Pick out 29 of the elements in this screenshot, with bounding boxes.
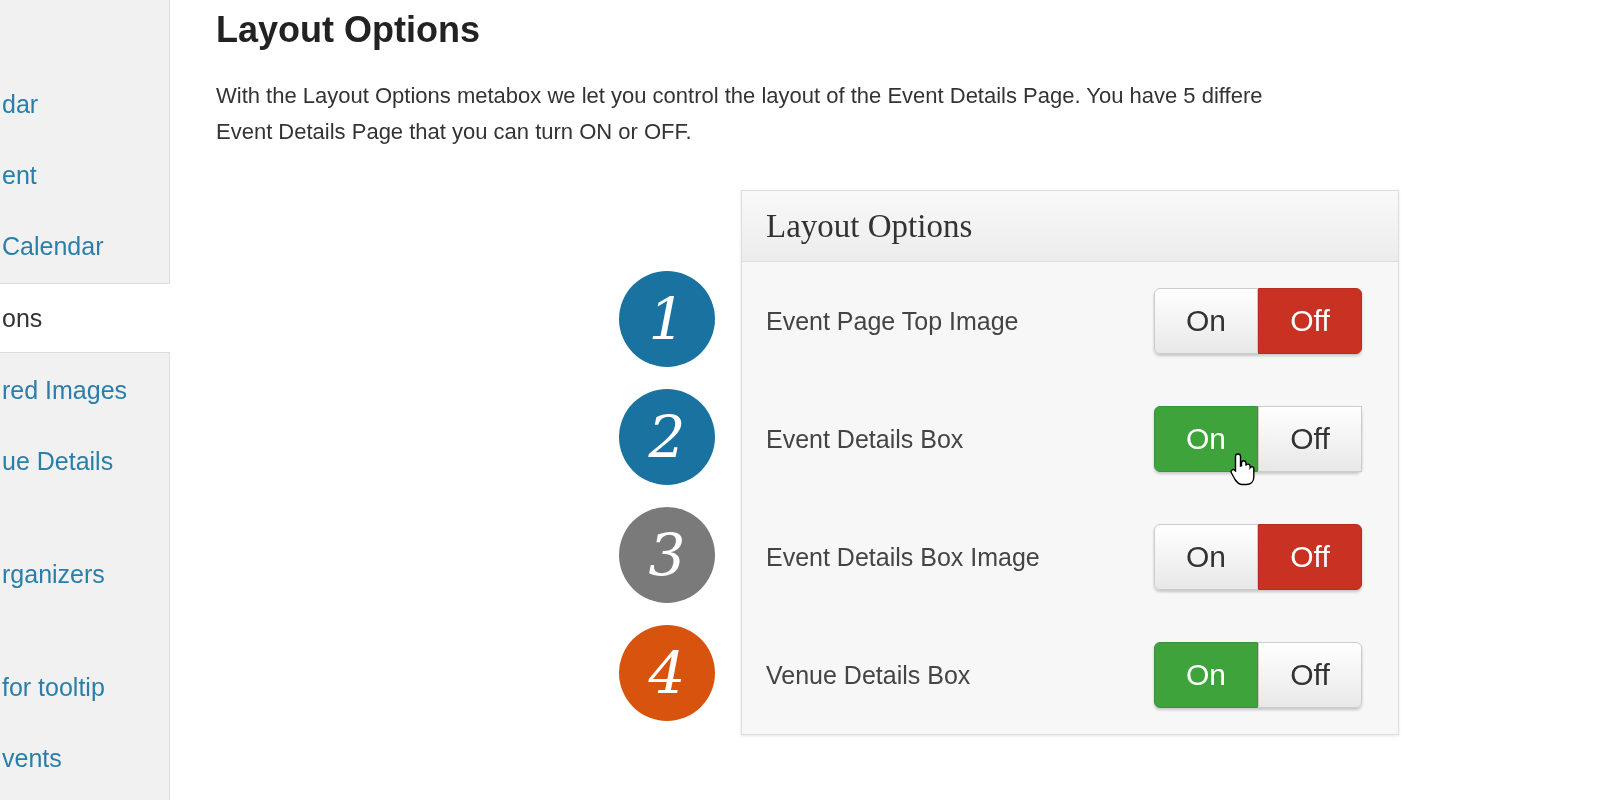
sidebar-item[interactable]: vents — [0, 738, 169, 778]
on-button[interactable]: On — [1154, 288, 1258, 354]
sidebar-item[interactable]: dar — [0, 84, 169, 124]
sidebar-item[interactable]: ons — [0, 283, 170, 353]
page-heading: Layout Options — [216, 8, 481, 52]
sidebar-item[interactable]: Calendar — [0, 226, 169, 266]
on-button[interactable]: On — [1154, 642, 1258, 708]
off-button[interactable]: Off — [1258, 288, 1362, 354]
off-button[interactable]: Off — [1258, 406, 1362, 472]
option-label: Event Details Box — [766, 424, 965, 454]
option-label: Event Page Top Image — [766, 306, 1020, 336]
intro-paragraph: With the Layout Options metabox we let you control the layout of the Event Details Page. You have 5 differe Event Details Page that you can turn ON or OFF. — [216, 82, 1264, 146]
step-number: 3 — [619, 507, 715, 603]
sidebar-item[interactable]: for tooltip — [0, 667, 169, 707]
metabox-title: Layout Options — [766, 207, 973, 245]
option-label: Event Details Box Image — [766, 542, 1041, 572]
option-label: Venue Details Box — [766, 660, 972, 690]
sidebar-item[interactable]: rganizers — [0, 554, 169, 594]
on-button[interactable]: On — [1154, 524, 1258, 590]
sidebar-item[interactable]: ent — [0, 155, 169, 195]
off-button[interactable]: Off — [1258, 524, 1362, 590]
step-number: 1 — [619, 271, 715, 367]
hand-cursor-icon — [1230, 452, 1256, 486]
on-button[interactable]: On — [1154, 406, 1258, 472]
step-number: 2 — [619, 389, 715, 485]
step-number: 4 — [619, 625, 715, 721]
sidebar-item[interactable]: ue Details — [0, 441, 169, 481]
sidebar-item[interactable]: red Images — [0, 370, 169, 410]
off-button[interactable]: Off — [1258, 642, 1362, 708]
